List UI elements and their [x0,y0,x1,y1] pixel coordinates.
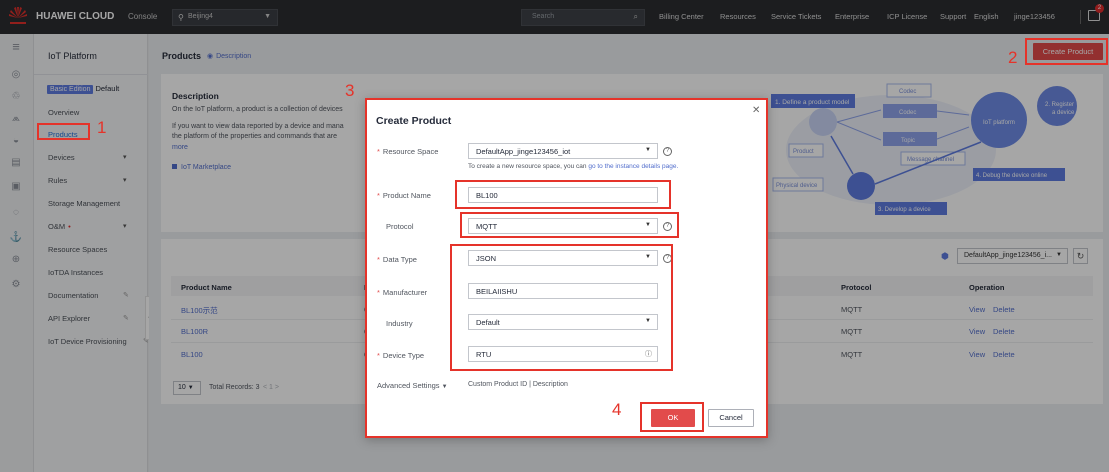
resource-space-label: * Resource Space [377,147,439,156]
dialog-title: Create Product [376,115,452,127]
create-product-dialog: Create Product ✕ * Resource Space Default… [365,98,768,438]
annotation-number: 4 [612,400,622,419]
industry-label: Industry [386,319,413,328]
help-icon[interactable]: ? [663,147,672,156]
annotation-box-fields [450,244,673,371]
annotation-box-ok [640,402,704,432]
annotation-number: 3 [345,81,355,100]
annotation-number: 1 [97,118,107,137]
advanced-settings-toggle[interactable]: Advanced Settings ▼ [377,381,448,390]
annotation-number: 2 [1008,48,1018,67]
resource-space-select[interactable]: DefaultApp_jinge123456_iot ▼ [468,143,658,159]
manufacturer-label: * Manufacturer [377,288,428,297]
annotation-box-protocol [460,212,679,238]
advanced-settings-description: Custom Product ID | Description [468,381,568,388]
device-type-label: * Device Type [377,351,425,360]
product-name-label: * Product Name [377,191,431,200]
instance-details-link[interactable]: go to the instance details page. [588,163,678,170]
resource-space-value: DefaultApp_jinge123456_iot [476,147,571,156]
chevron-down-icon: ▼ [645,147,651,153]
annotation-box-products [37,123,90,140]
cancel-button[interactable]: Cancel [708,409,754,427]
close-icon[interactable]: ✕ [752,105,760,116]
chevron-down-icon: ▼ [441,384,448,390]
protocol-label: Protocol [386,222,414,231]
resource-space-hint: To create a new resource space, you can … [468,163,679,170]
annotation-box-product-name [455,180,671,209]
annotation-box-create [1025,38,1108,65]
data-type-label: * Data Type [377,255,417,264]
